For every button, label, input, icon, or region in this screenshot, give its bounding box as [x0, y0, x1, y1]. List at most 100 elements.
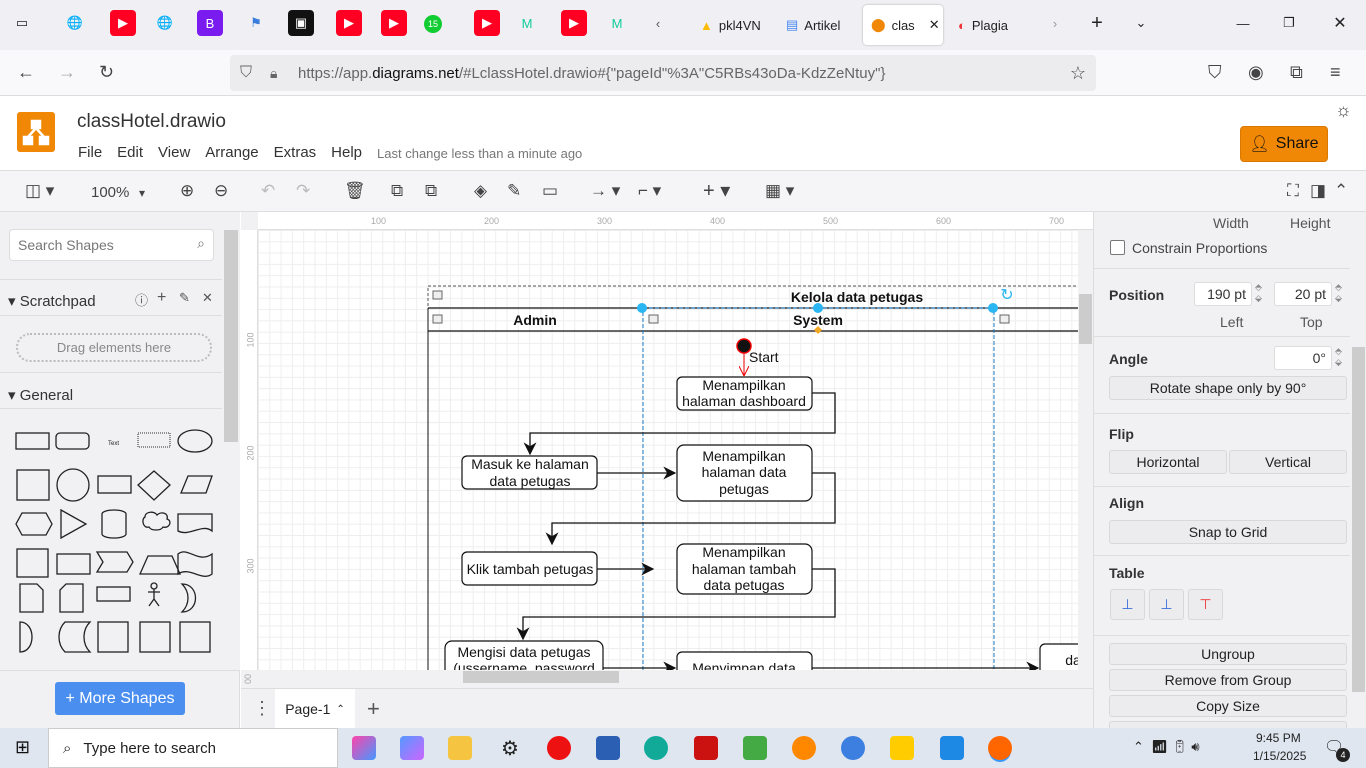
waypoints-icon[interactable]: ⌐ ▾ — [638, 181, 661, 201]
settings-icon[interactable]: ⚙ — [498, 736, 522, 760]
delete-icon[interactable]: 🗑︎ — [344, 181, 366, 201]
lane-system-title[interactable]: System — [793, 312, 843, 328]
format-panel-scrollbar[interactable] — [1350, 212, 1366, 728]
theme-toggle-icon[interactable]: ☼ — [1335, 100, 1352, 121]
windows-start-icon[interactable]: ⊞ — [15, 737, 30, 758]
clock-date[interactable]: 1/15/2025 — [1253, 749, 1306, 763]
angle-stepper-icon[interactable]: ⬘ ⬙ — [1335, 346, 1342, 368]
lane-admin-title[interactable]: Admin — [513, 312, 557, 328]
scroll-tabs-left-icon[interactable]: ‹ — [645, 10, 671, 36]
shape-palette[interactable]: Text — [10, 424, 220, 670]
app-icon[interactable] — [841, 736, 865, 760]
resize-handle[interactable] — [813, 303, 823, 313]
redo-icon[interactable]: ↷ — [296, 181, 310, 201]
resize-handle[interactable] — [637, 303, 647, 313]
ungroup-button[interactable]: Ungroup — [1109, 643, 1347, 665]
menu-icon[interactable]: ≡ — [1330, 62, 1341, 83]
menu-file[interactable]: File — [78, 144, 102, 161]
line-color-icon[interactable]: ✎ — [507, 181, 521, 201]
help-icon[interactable]: ⓘ — [135, 290, 148, 309]
angle-input[interactable]: 0° — [1274, 346, 1332, 370]
insert-icon[interactable]: + ▾ — [703, 178, 730, 203]
pinned-tab-youtube[interactable]: ▶ — [381, 10, 407, 36]
pinned-tab-youtube[interactable]: ▶ — [110, 10, 136, 36]
flash-icon[interactable] — [694, 736, 718, 760]
collapse-icon[interactable] — [432, 290, 443, 300]
more-shapes-button[interactable]: + More Shapes — [55, 682, 185, 715]
close-tab-icon[interactable]: ✕ — [929, 17, 940, 33]
edit-icon[interactable]: ✎ — [179, 290, 190, 306]
sidebar-scrollbar[interactable] — [222, 212, 240, 670]
page-tab[interactable]: Page-1 ⌃ — [275, 689, 355, 729]
word-icon[interactable] — [596, 736, 620, 760]
account-icon[interactable]: ◉ — [1248, 62, 1264, 83]
scratchpad-drop-zone[interactable]: Drag elements here — [16, 333, 212, 362]
pinned-tab-youtube[interactable]: ▶ — [336, 10, 362, 36]
rotate-button[interactable]: Rotate shape only by 90° — [1109, 376, 1347, 400]
insert-column-after-icon[interactable]: ⊥ — [1149, 589, 1184, 620]
collapse-icon[interactable]: ⌃ — [1334, 181, 1348, 201]
scratchpad-header[interactable]: ▾ Scratchpad — [8, 292, 96, 310]
chevron-up-icon[interactable]: ⌃ — [336, 704, 344, 715]
tab-artikel[interactable]: ▤ Artikel — [778, 5, 858, 45]
top-position-input[interactable]: 20 pt — [1274, 282, 1332, 306]
scroll-tabs-right-icon[interactable]: › — [1042, 10, 1068, 36]
zoom-level[interactable]: 100% — [91, 184, 129, 201]
delete-column-icon[interactable]: ⊤ — [1188, 589, 1223, 620]
pinned-tab-youtube[interactable]: ▶ — [561, 10, 587, 36]
system-tray-icons[interactable]: ⌃ 📶︎ 🔋︎ 🔊︎ — [1133, 739, 1200, 755]
diagram[interactable]: Kelola data petugas Admin System ↻ Start — [258, 230, 1078, 670]
tab-plagiarism[interactable]: ◐ Plagia — [950, 5, 1040, 45]
undo-icon[interactable]: ↶ — [261, 181, 275, 201]
general-header[interactable]: ▾ General — [8, 386, 73, 404]
remove-from-group-button[interactable]: Remove from Group — [1109, 669, 1347, 691]
tab-pkl[interactable]: ▲ pkl4VN — [692, 5, 772, 45]
connection-icon[interactable]: → ▾ — [590, 181, 620, 201]
left-position-input[interactable]: 190 pt — [1194, 282, 1252, 306]
fullscreen-icon[interactable]: ⛶ — [1287, 181, 1299, 201]
resize-handle[interactable] — [988, 303, 998, 313]
snap-to-grid-button[interactable]: Snap to Grid — [1109, 520, 1347, 544]
to-back-icon[interactable]: ⧉ — [425, 181, 437, 201]
pinned-tab-15[interactable]: 15 — [424, 15, 442, 33]
format-panel-toggle-icon[interactable]: ◫ ▾ — [25, 181, 54, 201]
pocket-icon[interactable]: ⛉ — [1208, 62, 1222, 83]
opera-icon[interactable] — [547, 736, 571, 760]
url-bar[interactable]: ⛉ 🔒︎ https://app. diagrams.net/#LclassHot… — [230, 55, 1096, 91]
tab-list-icon[interactable]: ⌄ — [1128, 10, 1154, 36]
constrain-checkbox[interactable] — [1110, 240, 1125, 255]
app-icon[interactable] — [743, 736, 767, 760]
app-icon[interactable] — [400, 736, 424, 760]
tab-overview-icon[interactable]: ▭ — [9, 10, 35, 36]
pinned-tab-bookmark[interactable]: ▣ — [288, 10, 314, 36]
blender-icon[interactable] — [792, 736, 816, 760]
bookmark-star-icon[interactable]: ☆ — [1070, 63, 1086, 84]
panel-icon[interactable]: ◨ — [1310, 181, 1326, 201]
pinned-tab-m[interactable]: M — [604, 10, 630, 36]
rotate-handle-icon[interactable]: ↻ — [1000, 287, 1013, 304]
menu-arrange[interactable]: Arrange — [205, 144, 258, 161]
search-icon[interactable]: ⌕ — [197, 235, 205, 252]
flip-vertical-button[interactable]: Vertical — [1229, 450, 1347, 474]
copilot-icon[interactable] — [352, 736, 376, 760]
vscode-icon[interactable] — [940, 736, 964, 760]
collapse-icon[interactable] — [432, 314, 443, 324]
firefox-icon[interactable] — [988, 736, 1012, 760]
back-icon[interactable]: ← — [17, 62, 35, 83]
table-icon[interactable]: ▦ ▾ — [765, 181, 794, 201]
canvas-horizontal-scrollbar[interactable] — [258, 670, 1078, 684]
pages-menu-icon[interactable]: ⋮ — [253, 698, 271, 719]
restore-icon[interactable]: ❐ — [1276, 10, 1302, 36]
fill-color-icon[interactable]: ◈ — [474, 181, 487, 201]
taskbar-search[interactable]: ⌕ Type here to search — [48, 728, 338, 768]
diagram-canvas[interactable]: Kelola data petugas Admin System ↻ Start — [258, 230, 1078, 670]
copy-size-button[interactable]: Copy Size — [1109, 695, 1347, 717]
close-window-icon[interactable]: ✕ — [1327, 10, 1353, 36]
collapse-icon[interactable] — [648, 314, 659, 324]
to-front-icon[interactable]: ⧉ — [391, 181, 403, 201]
pinned-tab-b[interactable]: B — [197, 10, 223, 36]
menu-edit[interactable]: Edit — [117, 144, 143, 161]
forward-icon[interactable]: → — [58, 62, 76, 83]
pinned-tab-flag[interactable]: ⚑ — [243, 10, 269, 36]
tab-drawio[interactable]: ⬤ clas ✕ — [863, 5, 943, 45]
